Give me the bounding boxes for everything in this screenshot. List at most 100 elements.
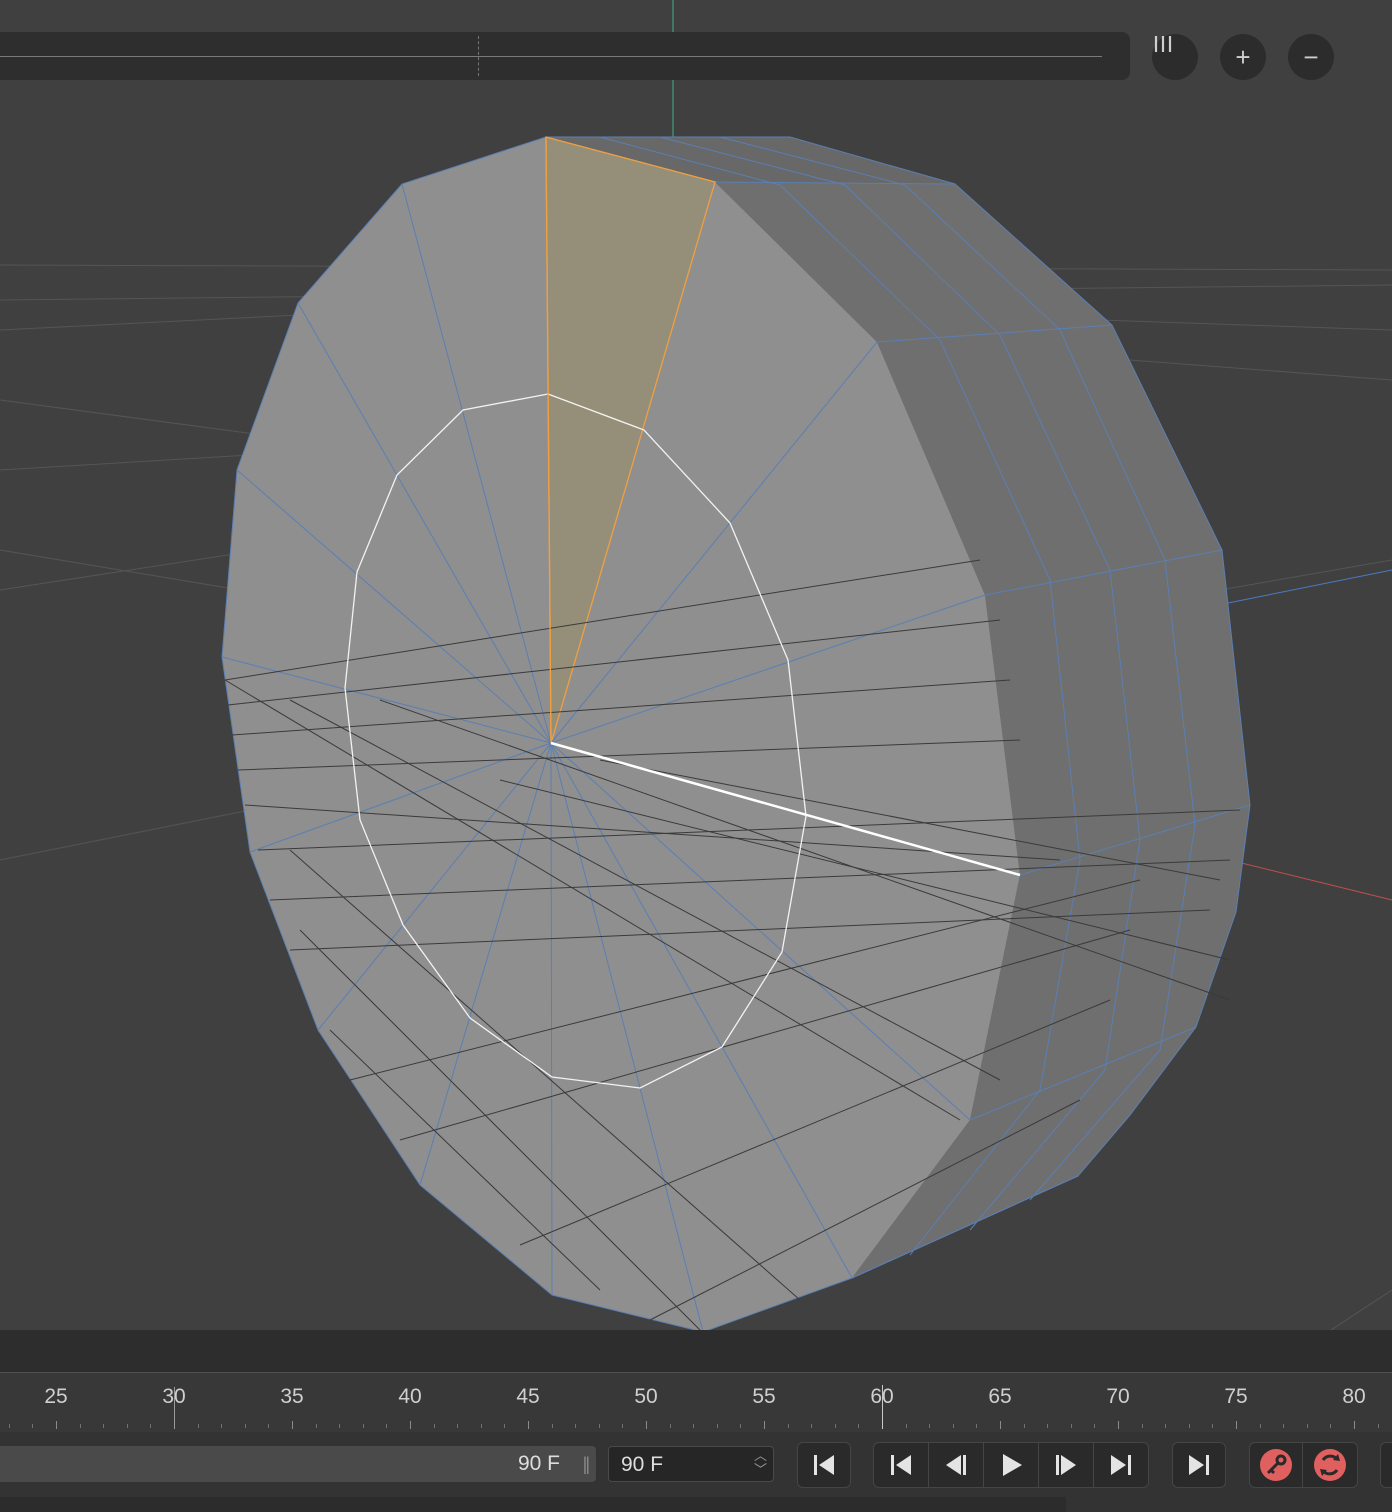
ruler-label: 80 [1342, 1385, 1366, 1408]
bottom-panel-edge [0, 1497, 1066, 1512]
plus-icon: + [1235, 42, 1251, 72]
go-to-next-key-icon [1111, 1455, 1131, 1475]
ruler-tick [433, 1424, 435, 1428]
playhead-marker[interactable] [882, 1385, 883, 1429]
step-forward-icon [1056, 1455, 1076, 1475]
ruler-tick [811, 1424, 813, 1428]
ruler-tick [834, 1424, 836, 1428]
ruler-tick [1023, 1424, 1025, 1428]
step-forward-button[interactable] [1038, 1442, 1094, 1488]
ruler-tick [1070, 1424, 1072, 1428]
ruler-tick [1212, 1424, 1214, 1428]
go-to-start-button[interactable] [797, 1442, 851, 1488]
ruler-tick [268, 1424, 270, 1428]
stepper-arrows-icon[interactable]: ︿ ﹀ [754, 1449, 767, 1477]
go-to-end-icon [1189, 1455, 1209, 1475]
ruler-tick [622, 1424, 624, 1428]
ruler-label: 45 [516, 1385, 540, 1408]
ruler-tick [1330, 1424, 1332, 1428]
ruler-tick [197, 1424, 199, 1428]
record-key-icon [1260, 1449, 1292, 1481]
ruler-tick [905, 1424, 907, 1428]
ruler-tick [1118, 1421, 1119, 1429]
ruler-tick [528, 1421, 529, 1429]
ruler-tick [787, 1424, 789, 1428]
next-key-button[interactable] [1093, 1442, 1149, 1488]
ruler-tick [929, 1424, 931, 1428]
ruler-tick [1354, 1421, 1355, 1429]
play-button[interactable] [983, 1442, 1039, 1488]
ruler-label: 25 [44, 1385, 68, 1408]
ruler-tick [1306, 1424, 1308, 1428]
ruler-tick [1000, 1421, 1001, 1429]
record-key-button[interactable] [1249, 1442, 1303, 1488]
ruler-tick [221, 1424, 223, 1428]
previous-key-button[interactable] [873, 1442, 929, 1488]
ruler-tick [1377, 1424, 1379, 1428]
ruler-tick [1047, 1424, 1049, 1428]
ruler-tick [32, 1424, 34, 1428]
range-grip[interactable]: || [583, 1454, 591, 1475]
ruler-label: 50 [634, 1385, 658, 1408]
ruler-tick [716, 1424, 718, 1428]
ruler-label: 55 [752, 1385, 776, 1408]
range-end-value: 90 F [517, 1452, 560, 1475]
topbar-slider-track[interactable] [0, 56, 1102, 57]
extra-transport-button[interactable] [1380, 1442, 1392, 1488]
go-to-end-button[interactable] [1172, 1442, 1226, 1488]
ruler-tick [693, 1424, 695, 1428]
ruler-tick [1283, 1424, 1285, 1428]
ruler-tick [292, 1421, 293, 1429]
ruler-label: 75 [1224, 1385, 1248, 1408]
ruler-label: 70 [1106, 1385, 1130, 1408]
ruler-tick [315, 1424, 317, 1428]
ruler-tick [8, 1424, 10, 1428]
go-to-previous-key-icon [891, 1455, 911, 1475]
timeline-ruler[interactable]: 25 30 35 40 45 50 55 60 65 70 75 80 [0, 1372, 1392, 1433]
ruler-tick [362, 1424, 364, 1428]
ruler-tick [386, 1424, 388, 1428]
ruler-tick [339, 1424, 341, 1428]
ruler-label: 35 [280, 1385, 304, 1408]
ruler-tick [79, 1424, 81, 1428]
zoom-out-button[interactable]: − [1288, 34, 1334, 80]
ruler-tick [740, 1424, 742, 1428]
3d-viewport[interactable]: + − [0, 0, 1392, 1330]
ruler-label: 65 [988, 1385, 1012, 1408]
ruler-tick [976, 1424, 978, 1428]
ruler-tick [1188, 1424, 1190, 1428]
autokey-button[interactable] [1302, 1442, 1358, 1488]
ruler-tick [1094, 1424, 1096, 1428]
ruler-tick [56, 1421, 57, 1429]
ruler-tick [480, 1424, 482, 1428]
ruler-label: 40 [398, 1385, 422, 1408]
step-back-button[interactable] [928, 1442, 984, 1488]
ruler-tick [952, 1424, 954, 1428]
zoom-in-button[interactable]: + [1220, 34, 1266, 80]
z-axis-line [1227, 569, 1392, 604]
frame-range-slider[interactable]: 90 F || [0, 1446, 596, 1482]
ruler-tick [457, 1424, 459, 1428]
ruler-tick [1259, 1424, 1261, 1428]
columns-icon [1154, 36, 1172, 52]
range-start-marker[interactable] [174, 1387, 175, 1429]
ruler-tick [646, 1421, 647, 1429]
status-strip [0, 1330, 1392, 1372]
ruler-tick [1141, 1424, 1143, 1428]
ruler-tick [1165, 1424, 1167, 1428]
topbar-slider-marker[interactable] [478, 36, 479, 76]
autokey-icon [1314, 1449, 1346, 1481]
go-to-start-icon [814, 1455, 834, 1475]
play-icon [1003, 1454, 1022, 1476]
ruler-tick [764, 1421, 765, 1429]
ruler-tick [126, 1424, 128, 1428]
step-back-icon [946, 1455, 966, 1475]
ruler-tick [551, 1424, 553, 1428]
minus-icon: − [1303, 42, 1319, 72]
viewport-topbar[interactable] [0, 32, 1130, 80]
end-frame-field[interactable]: 90 F ︿ ﹀ [608, 1446, 774, 1482]
layout-columns-button[interactable] [1152, 34, 1198, 80]
viewport-scene [0, 0, 1392, 1330]
end-frame-value: 90 F [621, 1453, 664, 1476]
ruler-tick [410, 1421, 411, 1429]
